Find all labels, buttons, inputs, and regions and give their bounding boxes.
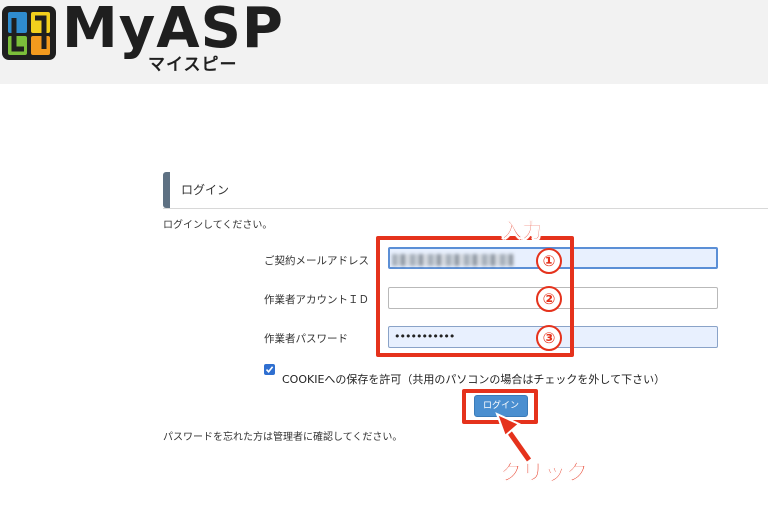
panel-title-accent (163, 172, 170, 208)
logo-kana: マイスピー (148, 55, 238, 75)
step-1-badge: ① (536, 248, 562, 274)
site-header: MyASP マイスピー (0, 0, 768, 84)
account-id-label: 作業者アカウントＩＤ (264, 294, 369, 306)
click-annotation-label: クリック (500, 461, 589, 487)
cookie-checkbox-label[interactable]: COOKIEへの保存を許可（共用のパソコンの場合はチェックを外して下さい） (282, 371, 665, 387)
panel-title: ログイン (163, 172, 768, 209)
step-2-badge: ② (536, 286, 562, 312)
checkmark-icon (265, 366, 274, 374)
input-annotation-label: 入力 (502, 218, 543, 243)
myasp-logo-icon (2, 6, 56, 60)
step-3-badge: ③ (536, 325, 562, 351)
password-label: 作業者パスワード (264, 333, 348, 345)
panel-title-text: ログイン (181, 183, 230, 197)
forgot-password-text: パスワードを忘れた方は管理者に確認してください。 (163, 432, 403, 443)
cookie-checkbox[interactable] (264, 364, 275, 375)
login-intro-text: ログインしてください。 (163, 220, 273, 231)
email-label: ご契約メールアドレス (264, 255, 369, 267)
